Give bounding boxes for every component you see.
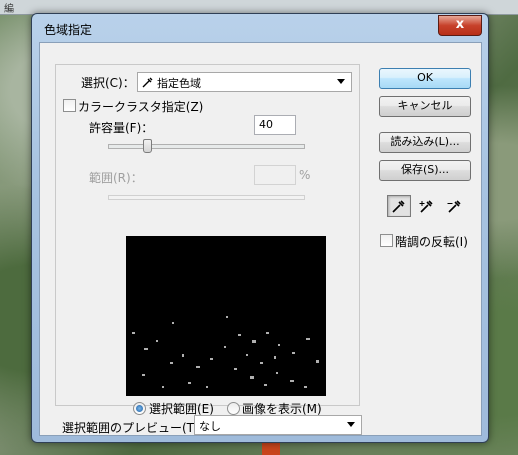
add-eyedropper-tool[interactable] <box>415 195 439 217</box>
selection-preview-combo[interactable]: なし <box>194 415 362 435</box>
fuzziness-value: 40 <box>259 118 273 131</box>
dialog-client-area: 選択(C)： 指定色域 カラークラスタ指定(Z) 許容量(F)： 40 範囲(R… <box>39 42 482 436</box>
selection-radio[interactable] <box>133 402 146 415</box>
image-radio[interactable] <box>227 402 240 415</box>
eyedropper-plus-icon <box>419 200 433 213</box>
load-button[interactable]: 読み込み(L)... <box>379 132 471 153</box>
localized-color-clusters-label: カラークラスタ指定(Z) <box>78 100 204 114</box>
select-value: 指定色域 <box>157 77 201 90</box>
close-button[interactable]: x <box>438 15 482 36</box>
selection-preview-image <box>126 236 326 396</box>
title-bar: 色域指定 x <box>32 14 488 40</box>
range-input[interactable] <box>254 165 296 185</box>
localized-color-clusters-checkbox[interactable] <box>63 99 76 112</box>
chevron-down-icon <box>347 422 355 427</box>
invert-label: 階調の反転(I) <box>395 235 468 249</box>
invert-checkbox[interactable] <box>380 234 393 247</box>
options-group: 選択(C)： 指定色域 カラークラスタ指定(Z) 許容量(F)： 40 範囲(R… <box>55 64 360 416</box>
subtract-eyedropper-tool[interactable] <box>443 195 467 217</box>
dialog-title: 色域指定 <box>44 23 93 37</box>
mask-preview-graphic <box>132 316 319 388</box>
eyedropper-tool[interactable] <box>387 195 411 217</box>
fuzziness-slider-thumb[interactable] <box>143 139 152 153</box>
select-label: 選択(C)： <box>81 76 135 90</box>
eyedropper-icon <box>142 77 153 88</box>
range-unit: % <box>299 168 311 182</box>
color-range-dialog: 色域指定 x 選択(C)： 指定色域 カラークラスタ指定(Z) 許容量(F)： … <box>31 13 489 443</box>
fuzziness-label: 許容量(F)： <box>89 121 154 135</box>
selection-preview-label: 選択範囲のプレビュー(T)： <box>62 421 211 435</box>
background-window-text: 編 <box>4 4 14 15</box>
ok-button[interactable]: OK <box>379 68 471 89</box>
eyedropper-icon <box>392 200 405 213</box>
range-label: 範囲(R)： <box>89 171 143 185</box>
range-slider-track[interactable] <box>108 195 305 200</box>
fuzziness-slider-track[interactable] <box>108 144 305 149</box>
fuzziness-input[interactable]: 40 <box>254 115 296 135</box>
save-button[interactable]: 保存(S)... <box>379 160 471 181</box>
selection-preview-value: なし <box>199 420 221 433</box>
select-combo[interactable]: 指定色域 <box>137 72 352 92</box>
close-icon: x <box>455 17 465 32</box>
cancel-button[interactable]: キャンセル <box>379 96 471 117</box>
eyedropper-minus-icon <box>447 200 461 213</box>
chevron-down-icon <box>337 79 345 84</box>
